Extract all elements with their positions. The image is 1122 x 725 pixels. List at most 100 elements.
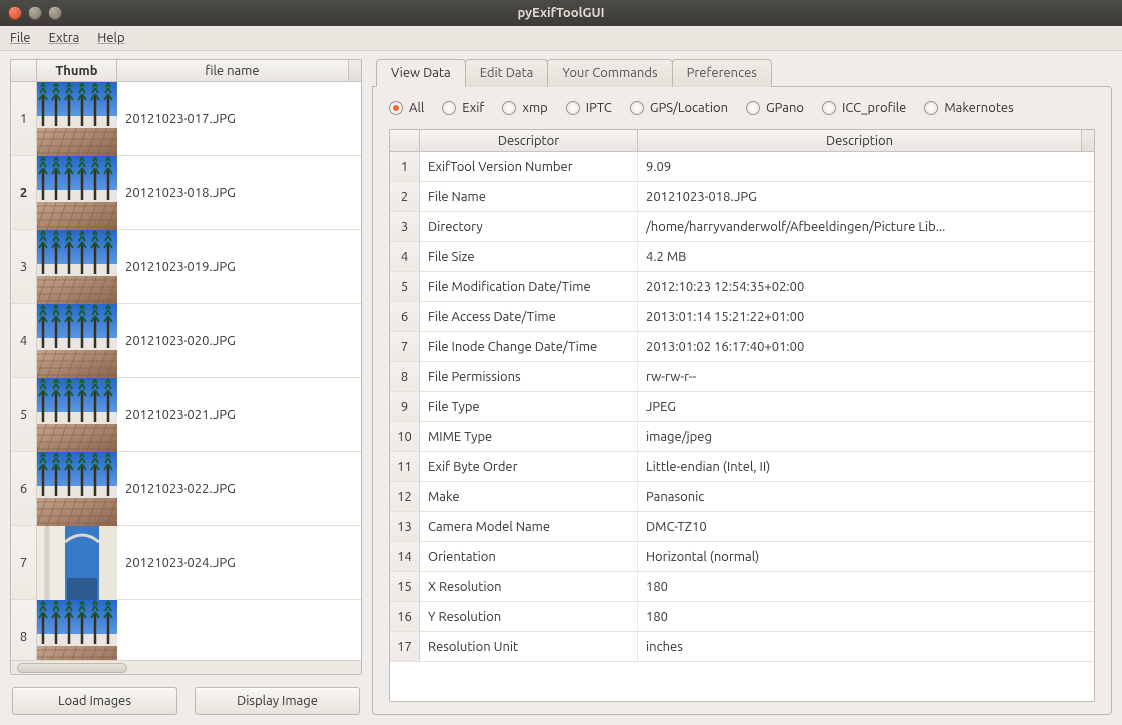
meta-header-rownum <box>390 130 420 151</box>
meta-descriptor: X Resolution <box>420 572 638 601</box>
load-images-button[interactable]: Load Images <box>12 687 177 715</box>
metadata-row[interactable]: 8 File Permissions rw-rw-r-- <box>390 362 1094 392</box>
radio-icon <box>502 101 516 115</box>
meta-descriptor: Directory <box>420 212 638 241</box>
meta-header-descriptor[interactable]: Descriptor <box>420 130 638 151</box>
thumb-row-number: 3 <box>11 230 37 303</box>
menubar: File Extra Help <box>0 26 1122 51</box>
metadata-row[interactable]: 4 File Size 4.2 MB <box>390 242 1094 272</box>
thumb-row[interactable]: 1 20121023-017.JPG <box>11 82 361 156</box>
thumb-row[interactable]: 7 20121023-024.JPG <box>11 526 361 600</box>
meta-row-number: 4 <box>390 242 420 271</box>
meta-descriptor: Make <box>420 482 638 511</box>
meta-row-number: 9 <box>390 392 420 421</box>
thumbnail-image <box>37 230 117 303</box>
filter-radio-exif[interactable]: Exif <box>442 101 484 115</box>
meta-descriptor: File Permissions <box>420 362 638 391</box>
display-image-button[interactable]: Display Image <box>195 687 360 715</box>
metadata-row[interactable]: 7 File Inode Change Date/Time 2013:01:02… <box>390 332 1094 362</box>
thumb-filename: 20121023-022.JPG <box>117 452 361 525</box>
thumb-row-number: 7 <box>11 526 37 599</box>
metadata-row[interactable]: 10 MIME Type image/jpeg <box>390 422 1094 452</box>
meta-descriptor: Camera Model Name <box>420 512 638 541</box>
meta-row-number: 7 <box>390 332 420 361</box>
menu-file[interactable]: File <box>10 31 31 45</box>
thumb-row[interactable]: 6 20121023-022.JPG <box>11 452 361 526</box>
tab-view-data[interactable]: View Data <box>376 59 466 87</box>
thumb-filename <box>117 600 361 660</box>
meta-value: 2012:10:23 12:54:35+02:00 <box>638 272 1094 301</box>
metadata-row[interactable]: 5 File Modification Date/Time 2012:10:23… <box>390 272 1094 302</box>
thumb-row[interactable]: 2 20121023-018.JPG <box>11 156 361 230</box>
filter-radio-gpano[interactable]: GPano <box>746 101 804 115</box>
radio-icon <box>389 101 403 115</box>
meta-row-number: 10 <box>390 422 420 451</box>
metadata-row[interactable]: 11 Exif Byte Order Little-endian (Intel,… <box>390 452 1094 482</box>
thumbnail-image <box>37 378 117 451</box>
metadata-row[interactable]: 13 Camera Model Name DMC-TZ10 <box>390 512 1094 542</box>
menu-extra[interactable]: Extra <box>49 31 80 45</box>
meta-value: 180 <box>638 602 1094 631</box>
radio-label: Exif <box>462 101 484 115</box>
meta-row-number: 8 <box>390 362 420 391</box>
meta-value: 2013:01:14 15:21:22+01:00 <box>638 302 1094 331</box>
meta-descriptor: File Size <box>420 242 638 271</box>
meta-descriptor: File Name <box>420 182 638 211</box>
radio-label: IPTC <box>586 101 612 115</box>
meta-row-number: 15 <box>390 572 420 601</box>
metadata-row[interactable]: 3 Directory /home/harryvanderwolf/Afbeel… <box>390 212 1094 242</box>
metadata-row[interactable]: 12 Make Panasonic <box>390 482 1094 512</box>
thumb-row[interactable]: 5 20121023-021.JPG <box>11 378 361 452</box>
thumb-row-number: 8 <box>11 600 37 660</box>
tab-preferences[interactable]: Preferences <box>672 59 772 87</box>
horizontal-scrollbar[interactable] <box>11 660 361 674</box>
tab-your-commands[interactable]: Your Commands <box>547 59 672 87</box>
thumb-row-number: 2 <box>11 156 37 229</box>
meta-value: JPEG <box>638 392 1094 421</box>
meta-header-description[interactable]: Description <box>638 130 1082 151</box>
metadata-row[interactable]: 6 File Access Date/Time 2013:01:14 15:21… <box>390 302 1094 332</box>
metadata-row[interactable]: 16 Y Resolution 180 <box>390 602 1094 632</box>
metadata-row[interactable]: 14 Orientation Horizontal (normal) <box>390 542 1094 572</box>
metadata-row[interactable]: 15 X Resolution 180 <box>390 572 1094 602</box>
thumb-row[interactable]: 4 20121023-020.JPG <box>11 304 361 378</box>
meta-descriptor: Orientation <box>420 542 638 571</box>
thumb-filename: 20121023-024.JPG <box>117 526 361 599</box>
meta-value: DMC-TZ10 <box>638 512 1094 541</box>
radio-label: GPS/Location <box>650 101 728 115</box>
thumb-row[interactable]: 8 <box>11 600 361 660</box>
metadata-row[interactable]: 2 File Name 20121023-018.JPG <box>390 182 1094 212</box>
thumb-header-filename[interactable]: file name <box>117 60 349 81</box>
filter-radio-icc-profile[interactable]: ICC_profile <box>822 101 906 115</box>
meta-row-number: 3 <box>390 212 420 241</box>
filter-radio-iptc[interactable]: IPTC <box>566 101 612 115</box>
meta-descriptor: File Access Date/Time <box>420 302 638 331</box>
meta-value: 20121023-018.JPG <box>638 182 1094 211</box>
metadata-row[interactable]: 17 Resolution Unit inches <box>390 632 1094 662</box>
thumb-header-thumb[interactable]: Thumb <box>37 60 117 81</box>
thumbnail-image <box>37 452 117 525</box>
filter-radio-gps-location[interactable]: GPS/Location <box>630 101 728 115</box>
thumb-row[interactable]: 3 20121023-019.JPG <box>11 230 361 304</box>
thumbnail-image <box>37 600 117 660</box>
filter-radio-xmp[interactable]: xmp <box>502 101 547 115</box>
meta-row-number: 1 <box>390 152 420 181</box>
meta-descriptor: File Type <box>420 392 638 421</box>
meta-row-number: 12 <box>390 482 420 511</box>
radio-icon <box>822 101 836 115</box>
meta-descriptor: Exif Byte Order <box>420 452 638 481</box>
menu-help[interactable]: Help <box>97 31 124 45</box>
thumbnail-image <box>37 526 117 599</box>
meta-value: 4.2 MB <box>638 242 1094 271</box>
thumbnail-table: Thumb file name 1 <box>10 59 362 675</box>
metadata-row[interactable]: 1 ExifTool Version Number 9.09 <box>390 152 1094 182</box>
metadata-row[interactable]: 9 File Type JPEG <box>390 392 1094 422</box>
filter-radio-makernotes[interactable]: Makernotes <box>924 101 1013 115</box>
filter-radio-all[interactable]: All <box>389 101 424 115</box>
thumb-filename: 20121023-019.JPG <box>117 230 361 303</box>
tab-panel-view-data: All Exif xmp IPTC GPS/Location GPano ICC_profi… <box>372 86 1112 715</box>
meta-descriptor: Resolution Unit <box>420 632 638 661</box>
tab-edit-data[interactable]: Edit Data <box>465 59 549 87</box>
radio-icon <box>442 101 456 115</box>
meta-value: image/jpeg <box>638 422 1094 451</box>
